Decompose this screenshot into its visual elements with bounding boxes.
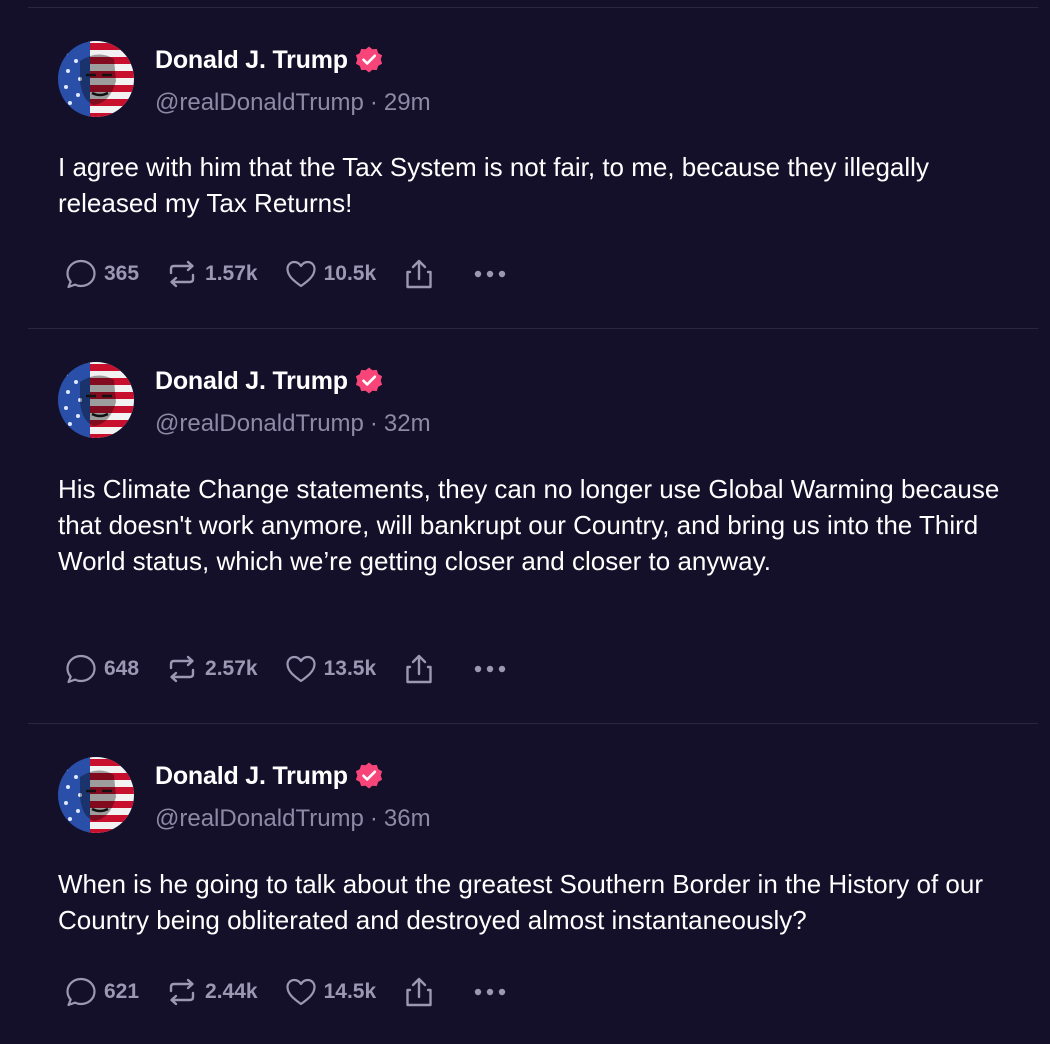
author-meta: @realDonaldTrump · 32m	[155, 410, 431, 438]
verified-badge-icon	[354, 366, 384, 396]
author-display-name[interactable]: Donald J. Trump	[155, 762, 348, 791]
meta-separator: ·	[369, 410, 378, 437]
post-actions: 621 2.44k 14.5k	[64, 972, 536, 1012]
share-upload-icon	[402, 257, 436, 291]
repost-arrows-icon	[165, 652, 199, 686]
verified-badge-icon	[354, 761, 384, 791]
heart-icon	[284, 257, 318, 291]
repost-arrows-icon	[165, 975, 199, 1009]
speech-bubble-icon	[64, 257, 98, 291]
share-button[interactable]	[402, 652, 436, 686]
ellipsis-icon	[470, 652, 510, 686]
post-card[interactable]: Donald J. Trump @realDonaldTrump · 29m I a…	[28, 7, 1038, 328]
post-body: I agree with him that the Tax System is …	[58, 152, 929, 218]
repost-count: 1.57k	[205, 262, 258, 285]
avatar[interactable]	[58, 362, 134, 438]
share-upload-icon	[402, 975, 436, 1009]
author-meta: @realDonaldTrump · 29m	[155, 89, 431, 117]
avatar[interactable]	[58, 757, 134, 833]
reply-count: 648	[104, 657, 140, 680]
meta-separator: ·	[369, 89, 378, 116]
like-count: 13.5k	[323, 657, 377, 680]
heart-icon	[284, 975, 318, 1009]
like-button[interactable]: 13.5k	[284, 652, 377, 686]
like-button[interactable]: 10.5k	[284, 257, 377, 291]
more-options-button[interactable]	[470, 257, 510, 291]
repost-arrows-icon	[165, 257, 199, 291]
ellipsis-icon	[470, 257, 510, 291]
like-count: 14.5k	[323, 980, 377, 1003]
author-name-row: Donald J. Trump	[155, 761, 384, 791]
post-body: His Climate Change statements, they can …	[58, 474, 1000, 576]
speech-bubble-icon	[64, 975, 98, 1009]
author-handle[interactable]: @realDonaldTrump	[155, 805, 364, 832]
author-name-row: Donald J. Trump	[155, 45, 384, 75]
repost-button[interactable]: 1.57k	[165, 257, 258, 291]
speech-bubble-icon	[64, 652, 98, 686]
post-card[interactable]: Donald J. Trump @realDonaldTrump · 36m Whe…	[28, 723, 1038, 1044]
repost-count: 2.44k	[205, 980, 258, 1003]
post-feed: Donald J. Trump @realDonaldTrump · 29m I a…	[0, 0, 1050, 1044]
repost-button[interactable]: 2.44k	[165, 975, 258, 1009]
author-display-name[interactable]: Donald J. Trump	[155, 46, 348, 75]
author-handle[interactable]: @realDonaldTrump	[155, 89, 364, 116]
post-timestamp[interactable]: 29m	[384, 89, 431, 116]
author-display-name[interactable]: Donald J. Trump	[155, 367, 348, 396]
reply-button[interactable]: 648	[64, 652, 139, 686]
author-handle[interactable]: @realDonaldTrump	[155, 410, 364, 437]
post-timestamp[interactable]: 36m	[384, 805, 431, 832]
more-options-button[interactable]	[470, 652, 510, 686]
post-timestamp[interactable]: 32m	[384, 410, 431, 437]
post-actions: 648 2.57k 13.5k	[64, 649, 536, 689]
author-meta: @realDonaldTrump · 36m	[155, 805, 431, 833]
like-count: 10.5k	[323, 262, 377, 285]
share-button[interactable]	[402, 975, 436, 1009]
like-button[interactable]: 14.5k	[284, 975, 377, 1009]
verified-badge-icon	[354, 45, 384, 75]
avatar[interactable]	[58, 41, 134, 117]
share-button[interactable]	[402, 257, 436, 291]
ellipsis-icon	[470, 975, 510, 1009]
heart-icon	[284, 652, 318, 686]
post-body: When is he going to talk about the great…	[58, 869, 983, 935]
repost-button[interactable]: 2.57k	[165, 652, 258, 686]
post-actions: 365 1.57k 10.5k	[64, 254, 536, 294]
reply-count: 365	[104, 262, 140, 285]
author-name-row: Donald J. Trump	[155, 366, 384, 396]
reply-count: 621	[104, 980, 140, 1003]
reply-button[interactable]: 365	[64, 257, 139, 291]
reply-button[interactable]: 621	[64, 975, 139, 1009]
meta-separator: ·	[369, 805, 378, 832]
more-options-button[interactable]	[470, 975, 510, 1009]
repost-count: 2.57k	[205, 657, 258, 680]
post-card[interactable]: Donald J. Trump @realDonaldTrump · 32m His…	[28, 328, 1038, 723]
share-upload-icon	[402, 652, 436, 686]
